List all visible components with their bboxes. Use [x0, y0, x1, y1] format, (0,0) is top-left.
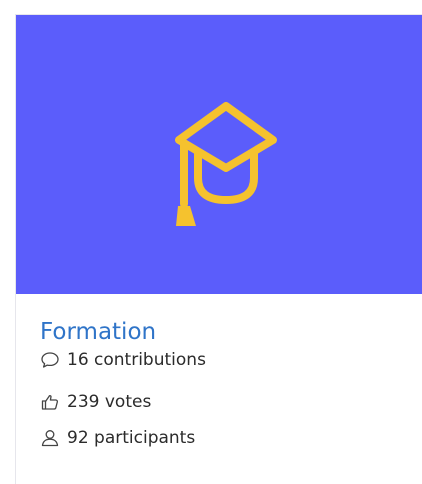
votes-stat: 239 votes: [40, 390, 422, 414]
card-hero-image[interactable]: [16, 15, 422, 294]
participants-stat: 92 participants: [40, 426, 422, 450]
card-body: Formation 16 contributions 239 votes 92 …: [40, 317, 422, 450]
participants-count: 92 participants: [67, 428, 196, 448]
votes-count: 239 votes: [67, 392, 152, 412]
project-card[interactable]: Formation 16 contributions 239 votes 92 …: [15, 14, 422, 484]
thumbs-up-icon: [41, 395, 59, 410]
speech-bubble-icon: [41, 352, 59, 368]
graduation-cap-icon: [175, 102, 277, 226]
contributions-stat: 16 contributions: [40, 348, 422, 372]
contributions-count: 16 contributions: [67, 350, 206, 370]
user-icon: [41, 430, 59, 447]
card-title-link[interactable]: Formation: [40, 317, 422, 347]
